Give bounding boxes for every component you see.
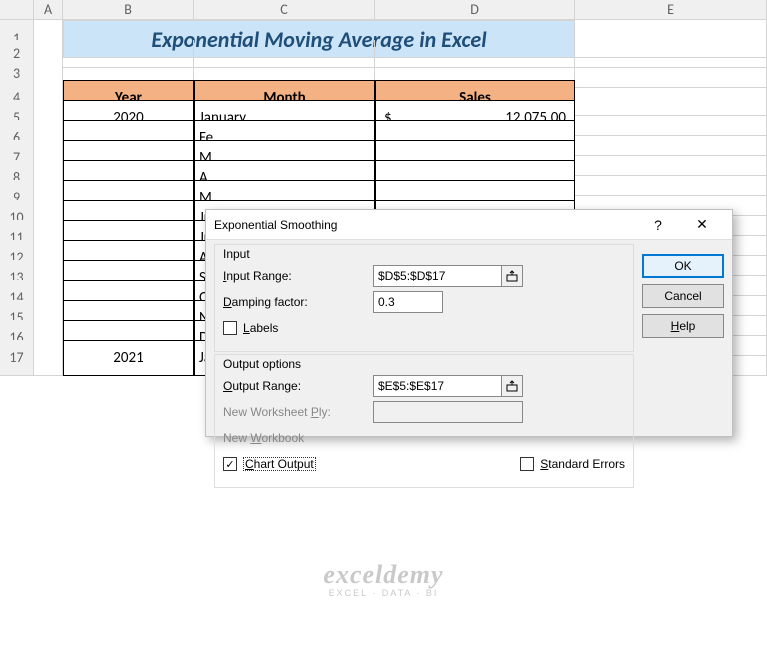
col-header-A[interactable]: A (34, 0, 63, 20)
range-select-icon[interactable] (501, 375, 523, 397)
checkbox-checked-icon: ✓ (223, 457, 237, 471)
input-group-legend: Input (223, 247, 625, 261)
cell-A17[interactable] (34, 340, 63, 376)
labels-checkbox[interactable]: Labels (223, 321, 278, 335)
output-range-field[interactable] (373, 375, 501, 397)
checkbox-icon (223, 321, 237, 335)
watermark-brand: exceldemy (323, 561, 443, 590)
range-select-icon[interactable] (501, 265, 523, 287)
new-workbook-label: New Workbook (223, 431, 373, 445)
help-button[interactable]: Help (642, 314, 724, 338)
col-header-B[interactable]: B (63, 0, 194, 20)
ok-button[interactable]: OK (642, 254, 724, 278)
close-icon[interactable]: ✕ (680, 210, 724, 240)
cell-year-17[interactable]: 2021 (63, 340, 194, 376)
standard-errors-checkbox[interactable]: Standard Errors (520, 457, 625, 471)
checkbox-icon (520, 457, 534, 471)
cancel-button[interactable]: Cancel (642, 284, 724, 308)
damping-factor-field[interactable] (373, 291, 443, 313)
dialog-title-text: Exponential Smoothing (214, 218, 636, 232)
output-range-label: Output Range: (223, 379, 373, 393)
input-group: Input Input Range: Damping factor: Label… (214, 244, 634, 352)
exponential-smoothing-dialog: Exponential Smoothing ? ✕ Input Input Ra… (205, 209, 733, 437)
row-header-17[interactable]: 17 (0, 340, 34, 376)
help-icon[interactable]: ? (636, 210, 680, 240)
col-header-D[interactable]: D (375, 0, 575, 20)
output-group-legend: Output options (223, 357, 625, 371)
col-header-C[interactable]: C (194, 0, 375, 20)
damping-factor-label: Damping factor: (223, 295, 373, 309)
chart-output-checkbox[interactable]: ✓ Chart Output (223, 457, 316, 471)
output-group: Output options Output Range: New Workshe… (214, 354, 634, 488)
new-worksheet-field (373, 401, 523, 423)
watermark-tagline: EXCEL · DATA · BI (323, 589, 443, 599)
input-range-label: Input Range: (223, 269, 373, 283)
watermark: exceldemy EXCEL · DATA · BI (323, 561, 443, 599)
select-all-corner[interactable] (0, 0, 34, 20)
dialog-titlebar[interactable]: Exponential Smoothing ? ✕ (206, 210, 732, 240)
input-range-field[interactable] (373, 265, 501, 287)
new-worksheet-label: New Worksheet Ply: (223, 405, 373, 419)
col-header-E[interactable]: E (575, 0, 767, 20)
